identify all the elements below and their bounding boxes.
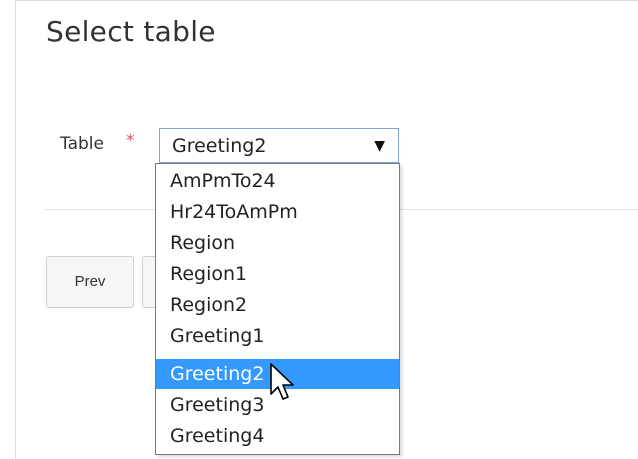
table-select[interactable]: Greeting2 ▼ — [159, 128, 399, 163]
dropdown-arrow-icon: ▼ — [374, 138, 385, 154]
dropdown-option[interactable]: Region2 — [156, 290, 399, 321]
required-marker: * — [126, 131, 135, 151]
prev-button[interactable]: Prev — [46, 256, 134, 308]
mouse-pointer-icon — [270, 363, 294, 400]
dropdown-option[interactable]: Greeting4 — [156, 421, 399, 452]
table-dropdown-list: AmPmTo24 Hr24ToAmPm Region Region1 Regio… — [155, 163, 400, 455]
dropdown-option[interactable]: Hr24ToAmPm — [156, 197, 399, 228]
page-title: Select table — [46, 15, 216, 48]
dropdown-option[interactable]: Region1 — [156, 259, 399, 290]
table-select-value: Greeting2 — [172, 135, 267, 157]
dropdown-option[interactable]: Greeting1 — [156, 321, 399, 352]
dropdown-option[interactable]: AmPmTo24 — [156, 166, 399, 197]
table-field-label: Table — [60, 134, 104, 154]
dropdown-option[interactable]: Region — [156, 228, 399, 259]
